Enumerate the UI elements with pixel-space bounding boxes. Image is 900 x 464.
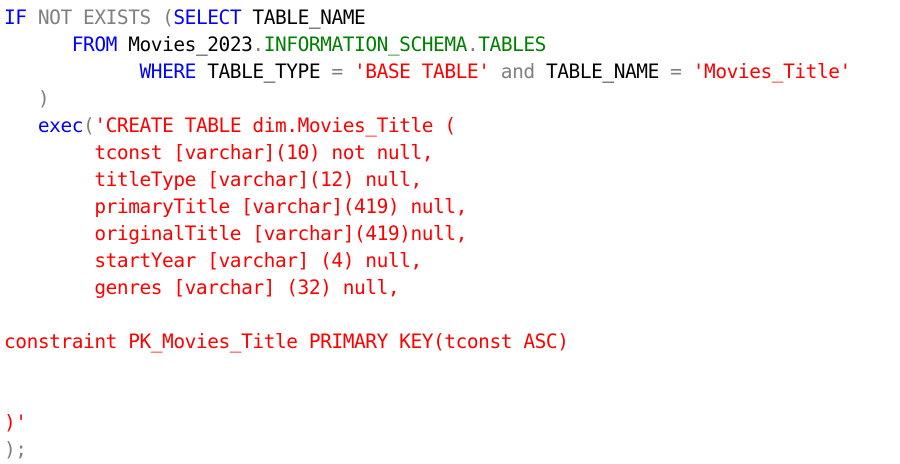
code-token-str: tconst [varchar](10) not null, bbox=[4, 141, 434, 164]
code-token-str: 'Movies_Title' bbox=[692, 60, 852, 83]
code-token-gray: . bbox=[466, 33, 479, 56]
code-token-kw: exec bbox=[37, 114, 84, 137]
code-token-id bbox=[4, 114, 38, 137]
code-token-gray: . bbox=[252, 33, 264, 56]
code-line[interactable]: genres [varchar] (32) null, bbox=[4, 274, 399, 301]
code-token-str: 'CREATE TABLE dim.Movies_Title ( bbox=[94, 114, 456, 137]
code-token-gray: ( bbox=[83, 114, 95, 137]
code-token-kw: SELECT bbox=[173, 6, 242, 29]
code-line[interactable]: WHERE TABLE_TYPE = 'BASE TABLE' and TABL… bbox=[4, 58, 851, 85]
code-token-gray: = bbox=[670, 60, 682, 83]
code-token-gray: NOT EXISTS ( bbox=[26, 6, 174, 29]
code-line[interactable]: originalTitle [varchar](419)null, bbox=[4, 220, 467, 247]
code-line[interactable]: IF NOT EXISTS (SELECT TABLE_NAME bbox=[4, 4, 366, 31]
code-token-gray: ) bbox=[37, 87, 50, 110]
code-token-id bbox=[681, 60, 692, 83]
code-token-id: TABLE_NAME bbox=[534, 60, 671, 83]
code-token-id bbox=[490, 60, 501, 83]
code-token-id: Movies_2023 bbox=[116, 33, 253, 56]
code-token-kw: IF bbox=[4, 6, 27, 29]
code-token-gray: and bbox=[500, 60, 535, 83]
code-line[interactable]: tconst [varchar](10) not null, bbox=[4, 139, 433, 166]
code-line[interactable]: exec('CREATE TABLE dim.Movies_Title ( bbox=[4, 112, 456, 139]
code-token-str: )' bbox=[4, 411, 27, 434]
code-token-kw: FROM bbox=[71, 33, 118, 56]
code-line[interactable]: FROM Movies_2023.INFORMATION_SCHEMA.TABL… bbox=[4, 31, 547, 58]
code-token-kw: WHERE bbox=[139, 60, 196, 83]
code-token-str: primaryTitle [varchar](419) null, bbox=[4, 195, 467, 218]
code-token-gray: = bbox=[331, 60, 343, 83]
code-line[interactable]: titleType [varchar](12) null, bbox=[4, 166, 422, 193]
code-token-str: genres [varchar] (32) null, bbox=[4, 276, 400, 299]
code-token-str: titleType [varchar](12) null, bbox=[4, 168, 422, 191]
sql-code-editor[interactable]: IF NOT EXISTS (SELECT TABLE_NAME FROM Mo… bbox=[0, 0, 900, 464]
code-token-id: TABLE_NAME bbox=[241, 6, 366, 29]
code-token-id bbox=[4, 87, 38, 110]
code-token-id bbox=[4, 60, 139, 83]
code-token-gray: ) bbox=[4, 438, 16, 461]
code-token-gray: ; bbox=[15, 438, 27, 461]
code-token-sys: INFORMATION_SCHEMA bbox=[263, 33, 468, 56]
code-token-str: 'BASE TABLE' bbox=[354, 60, 490, 83]
code-token-str: startYear [varchar] (4) null, bbox=[4, 249, 422, 272]
code-token-id bbox=[343, 60, 354, 83]
code-token-id: TABLE_TYPE bbox=[195, 60, 332, 83]
code-line[interactable]: primaryTitle [varchar](419) null, bbox=[4, 193, 467, 220]
code-token-str: originalTitle [varchar](419)null, bbox=[4, 222, 467, 245]
code-token-id bbox=[4, 33, 72, 56]
code-line[interactable]: ) bbox=[4, 85, 50, 112]
code-token-str: constraint PK_Movies_Title PRIMARY KEY(t… bbox=[4, 330, 569, 353]
code-line[interactable]: startYear [varchar] (4) null, bbox=[4, 247, 422, 274]
code-line[interactable]: ); bbox=[4, 436, 27, 463]
code-token-sys: TABLES bbox=[478, 33, 546, 56]
code-line[interactable]: constraint PK_Movies_Title PRIMARY KEY(t… bbox=[4, 328, 569, 355]
code-line[interactable]: )' bbox=[4, 409, 27, 436]
